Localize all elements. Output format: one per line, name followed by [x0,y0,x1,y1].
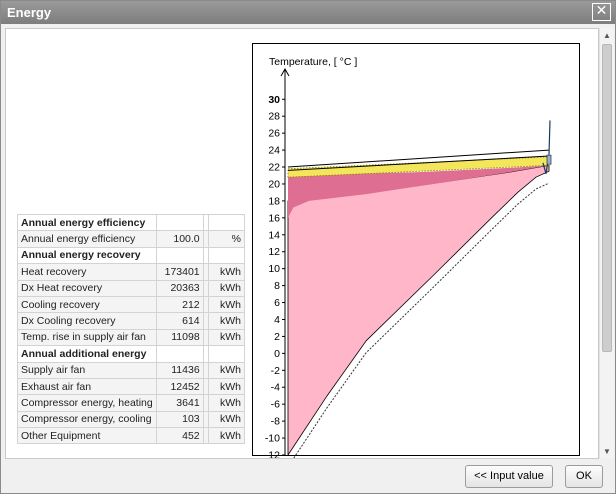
y-tick-label: 28 [268,111,280,123]
y-tick-label: 8 [274,280,280,292]
table-cell-unit: kWh [207,394,246,412]
scroll-thumb[interactable] [602,44,612,352]
table-cell-value: 614 [155,312,204,330]
table-row: Dx Heat recovery 20363 kWh [17,279,246,297]
table-cell-unit [207,345,246,363]
y-axis-label: Temperature, [ °C ] [269,56,357,68]
y-tick-label: -4 [271,382,280,394]
table-cell-label: Cooling recovery [17,295,157,314]
y-tick-label: -10 [265,433,280,445]
y-tick-label: 18 [268,195,280,207]
table-cell-value: 212 [155,295,204,314]
y-tick-label: 30 [268,94,280,106]
table-section-header: Annual additional energy [17,345,246,363]
vertical-scrollbar[interactable]: ▲ ▼ [599,28,614,459]
table-row: Supply air fan 11436 kWh [17,361,246,379]
y-tick-label: 20 [268,178,280,190]
table-cell-value: 103 [155,410,204,429]
exhaust-box [546,154,552,165]
table-cell-unit: kWh [207,312,246,330]
table-cell-unit [207,213,246,232]
y-tick-label: -8 [271,416,280,428]
table-cell-value: 11436 [155,361,204,379]
table-row: Heat recovery 173401 kWh [17,263,246,281]
table-cell-label: Dx Cooling recovery [17,312,157,330]
table-cell-label: Annual energy recovery [17,246,157,265]
table-cell-label: Annual energy efficiency [17,230,157,248]
table-cell-value [155,246,204,265]
input-value-button[interactable]: << Input value [465,465,553,488]
table-row: Compressor energy, heating 3641 kWh [17,394,246,412]
table-row: Annual energy efficiency 100.0% [17,230,246,248]
table-cell-unit: kWh [207,427,246,445]
y-tick-label: 14 [268,229,280,241]
close-icon[interactable]: ✕ [592,3,611,21]
table-cell-unit: kWh [207,279,246,297]
table-cell-label: Dx Heat recovery [17,279,157,297]
table-row: Exhaust air fan 12452 kWh [17,377,246,396]
table-row: Cooling recovery 212 kWh [17,295,246,314]
table-cell-value: 20363 [155,279,204,297]
table-cell-unit: kWh [207,328,246,347]
y-tick-label: -6 [271,399,280,411]
y-tick-label: 16 [268,212,280,224]
y-tick-label: 24 [268,145,280,157]
energy-table: Annual energy efficiency Annual energy ef… [17,213,246,445]
scroll-down-icon[interactable]: ▼ [600,444,614,459]
table-cell-label: Compressor energy, heating [17,394,157,412]
table-cell-label: Compressor energy, cooling [17,410,157,429]
table-cell-unit: kWh [207,263,246,281]
table-cell-value: 12452 [155,377,204,396]
y-tick-label: 4 [274,314,280,326]
table-cell-value: 173401 [155,263,204,281]
table-cell-unit: kWh [207,377,246,396]
y-tick-label: 0 [274,348,280,360]
table-cell-value [155,213,204,232]
table-cell-value: 11098 [155,328,204,347]
ok-button[interactable]: OK [565,465,603,488]
table-cell-label: Annual additional energy [17,345,157,363]
table-section-header: Annual energy efficiency [17,213,246,232]
table-cell-value: 3641 [155,394,204,412]
y-tick-label: 2 [274,331,280,343]
y-tick-label: 10 [268,263,280,275]
y-tick-label: 22 [268,162,280,174]
table-cell-unit [207,246,246,265]
footer-bar: << Input value OK [1,459,615,493]
scroll-up-icon[interactable]: ▲ [600,28,614,43]
table-cell-label: Temp. rise in supply air fan [17,328,157,347]
table-row: Temp. rise in supply air fan 11098 kWh [17,328,246,347]
table-cell-label: Annual energy efficiency [17,213,157,232]
table-section-header: Annual energy recovery [17,246,246,265]
table-cell-value: 452 [155,427,204,445]
table-cell-label: Exhaust air fan [17,377,157,396]
y-tick-label: -12 [265,450,280,459]
title-bar: Energy ✕ [1,1,615,24]
table-cell-value [155,345,204,363]
table-cell-unit: kWh [207,295,246,314]
y-tick-label: -2 [271,365,280,377]
table-cell-value: 100.0 [155,230,204,248]
y-tick-label: 12 [268,246,280,258]
energy-window: Energy ✕ ▲ ▼ Annual energy efficiency Ann… [0,0,616,494]
table-cell-label: Supply air fan [17,361,157,379]
table-cell-unit: kWh [207,410,246,429]
table-row: Other Equipment 452 kWh [17,427,246,445]
table-cell-unit: % [207,230,246,248]
table-row: Dx Cooling recovery 614 kWh [17,312,246,330]
table-row: Compressor energy, cooling 103 kWh [17,410,246,429]
table-cell-unit: kWh [207,361,246,379]
y-tick-label: 26 [268,128,280,140]
temperature-chart: Temperature, [ °C ]302826242220181614121… [252,43,580,459]
table-cell-label: Heat recovery [17,263,157,281]
y-tick-label: 6 [274,297,280,309]
table-cell-label: Other Equipment [17,427,157,445]
window-title: Energy [7,5,52,20]
